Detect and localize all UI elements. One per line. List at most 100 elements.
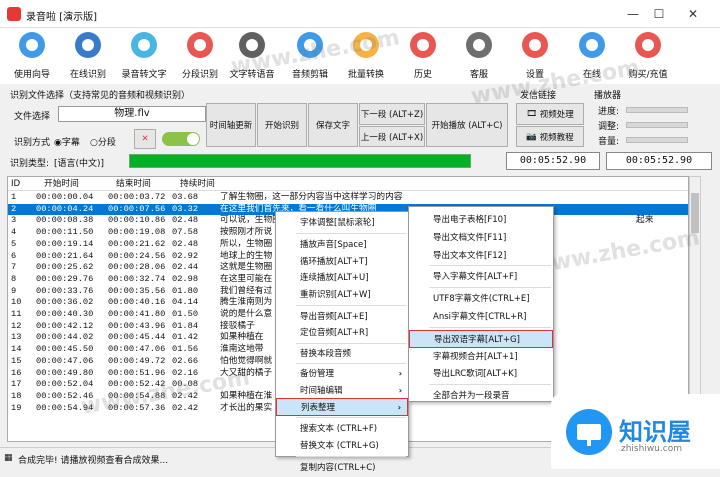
context-menu-item[interactable]: 备份管理 ›: [276, 365, 408, 383]
column-header[interactable]: 持续时间: [180, 179, 215, 191]
submenu-item-label: UTF8字幕文件(CTRL+E]: [433, 294, 530, 305]
context-menu-item[interactable]: 列表整理 ›: [276, 398, 408, 416]
table-cell: 8: [11, 273, 17, 284]
submenu-item-label: 导入字幕文件[ALT+F]: [433, 272, 518, 283]
toolbar-button-1[interactable]: 在线识别: [60, 28, 116, 84]
context-menu-item[interactable]: 复制内容(CTRL+C): [276, 459, 408, 477]
radio-segment[interactable]: ○分段: [90, 135, 116, 148]
context-menu-item[interactable]: 播放声音[Space]: [276, 236, 408, 254]
context-menu-item[interactable]: 循环播放[ALT+T]: [276, 253, 408, 271]
save-text-button[interactable]: 保存文字: [308, 103, 358, 147]
column-header[interactable]: ID: [11, 179, 20, 191]
column-header[interactable]: 结束时间: [116, 179, 151, 191]
table-cell: 00:00:47.06: [108, 344, 166, 355]
menu-separator: [296, 305, 406, 306]
toolbar-button-7[interactable]: 历史: [395, 28, 451, 84]
context-menu-item[interactable]: 时间轴编辑 ›: [276, 382, 408, 400]
maximize-button[interactable]: ☐: [648, 4, 670, 24]
submenu-item[interactable]: 全部合并为一段录音: [409, 387, 553, 405]
menu-item-label: 替换文本 (CTRL+G): [300, 440, 379, 451]
table-cell: 5: [11, 238, 17, 249]
table-cell: 02.44: [172, 262, 199, 273]
table-cell: 19: [11, 402, 22, 413]
context-menu-item[interactable]: 搜索文本 (CTRL+F): [276, 420, 408, 438]
tools-button[interactable]: ✕: [134, 129, 156, 149]
toggle-switch[interactable]: [162, 132, 200, 146]
table-row[interactable]: 1 00:00:00.04 00:00:03.72 03.68 了解生物圈，这一部分内容…: [8, 192, 688, 204]
prev-segment-button[interactable]: 上一段 (ALT+X): [359, 126, 425, 147]
next-segment-button[interactable]: 下一段 (ALT+Z): [359, 103, 425, 125]
volume-slider[interactable]: [626, 137, 688, 143]
submenu-item-label: 导出双语字幕[ALT+G]: [434, 334, 520, 345]
player-label: 播放器: [594, 91, 622, 101]
menu-separator: [296, 417, 406, 419]
toolbar-button-8[interactable]: 客服: [451, 28, 507, 84]
video-process-button[interactable]: 🎞 视频处理: [516, 103, 584, 125]
table-cell: 00:00:47.06: [36, 355, 94, 366]
start-recognition-button[interactable]: 开始识别: [257, 103, 307, 147]
table-cell: 02.42: [172, 402, 199, 413]
toolbar-button-3[interactable]: 分段识别: [172, 28, 228, 84]
progress-slider[interactable]: [626, 107, 688, 113]
close-button[interactable]: ✕: [682, 4, 704, 24]
table-cell: 00:00:52.04: [36, 379, 94, 390]
video-tutorial-button[interactable]: 📷 视频教程: [516, 126, 584, 147]
table-cell: 03.68: [172, 192, 199, 202]
submenu-item[interactable]: 字幕视频合并[ALT+1]: [409, 348, 553, 366]
table-cell: 00:00:36.02: [36, 297, 94, 308]
table-cell: 01.56: [172, 344, 199, 355]
adjust-label: 调整:: [598, 122, 620, 132]
volume-label: 音量:: [598, 137, 620, 147]
context-menu-item[interactable]: 替换本段音频: [276, 345, 408, 363]
menu-separator: [429, 384, 551, 386]
submenu-item[interactable]: 导入字幕文件[ALT+F]: [409, 268, 553, 286]
lifebuoy-icon: [520, 30, 550, 60]
toolbar-button-0[interactable]: 使用向导: [4, 28, 60, 84]
submenu-item-label: 全部合并为一段录音: [433, 391, 510, 402]
minimize-button[interactable]: —: [622, 4, 644, 24]
table-cell: 7: [11, 262, 17, 273]
context-menu-item[interactable]: 替换文本 (CTRL+G): [276, 437, 408, 455]
table-cell: 00:00:28.06: [108, 262, 166, 273]
table-cell: 00:00:43.96: [108, 320, 166, 331]
current-time-display: 00:05:52.90: [506, 152, 600, 170]
table-cell: 才长出的果实: [220, 402, 273, 413]
camera-icon: 📷: [526, 131, 537, 142]
radio-unchecked-icon: ○: [90, 138, 98, 148]
context-menu-item[interactable]: 字体调整[鼠标滚轮]: [276, 214, 408, 232]
radio-subtitle[interactable]: ◉字幕: [54, 135, 80, 148]
start-play-button[interactable]: 开始播放 (ALT+C): [426, 103, 508, 147]
toolbar-button-2[interactable]: 录音转文字: [116, 28, 172, 84]
submenu-item[interactable]: 导出文档文件[F11]: [409, 229, 553, 247]
submenu-item[interactable]: 导出双语字幕[ALT+G]: [409, 329, 553, 348]
file-input[interactable]: 物理.flv: [58, 106, 206, 122]
submenu-item[interactable]: UTF8字幕文件(CTRL+E]: [409, 290, 553, 308]
context-menu-item[interactable]: 导出音频[ALT+E]: [276, 308, 408, 326]
menu-item-label: 重新识别[ALT+W]: [300, 289, 371, 300]
menu-item-label: 定位音频[ALT+R]: [300, 328, 369, 339]
submenu-item[interactable]: 导出LRC歌词[ALT+K]: [409, 365, 553, 383]
adjust-slider[interactable]: [626, 122, 688, 128]
timeline-update-button[interactable]: 时间轴更新: [206, 103, 256, 147]
context-menu-item[interactable]: 定位音频[ALT+R]: [276, 324, 408, 342]
table-cell: 我们曾经有过: [220, 285, 273, 296]
mode-label: 识别方式: [14, 138, 51, 148]
column-header[interactable]: 开始时间: [44, 179, 79, 191]
table-cell: 所以，生物圈: [220, 238, 273, 249]
table-header: ID 开始时间 结束时间 持续时间: [8, 179, 688, 191]
table-cell: 00:00:11.50: [36, 227, 94, 238]
submenu-item-label: Ansi字幕文件[CTRL+R]: [433, 312, 527, 322]
submenu-item[interactable]: 导出文本文件[F12]: [409, 247, 553, 265]
control-panel: 识别文件选择（支持常见的音频和视频识别） 文件选择 物理.flv 识别方式 ◉字…: [0, 84, 720, 176]
context-menu-item[interactable]: 连续播放[ALT+U]: [276, 269, 408, 287]
menu-separator: [296, 363, 406, 365]
user-icon: [577, 30, 607, 60]
submenu-item-label: 导出LRC歌词[ALT+K]: [433, 369, 518, 380]
table-cell: 可以说，生物圈: [220, 215, 281, 226]
microphone-icon: [73, 30, 103, 60]
submenu-item[interactable]: Ansi字幕文件[CTRL+R]: [409, 308, 553, 326]
submenu-item[interactable]: 导出电子表格[F10]: [409, 211, 553, 229]
menu-item-label: 备份管理: [300, 369, 335, 380]
table-cell: 13: [11, 332, 22, 343]
context-menu-item[interactable]: 重新识别[ALT+W]: [276, 286, 408, 304]
